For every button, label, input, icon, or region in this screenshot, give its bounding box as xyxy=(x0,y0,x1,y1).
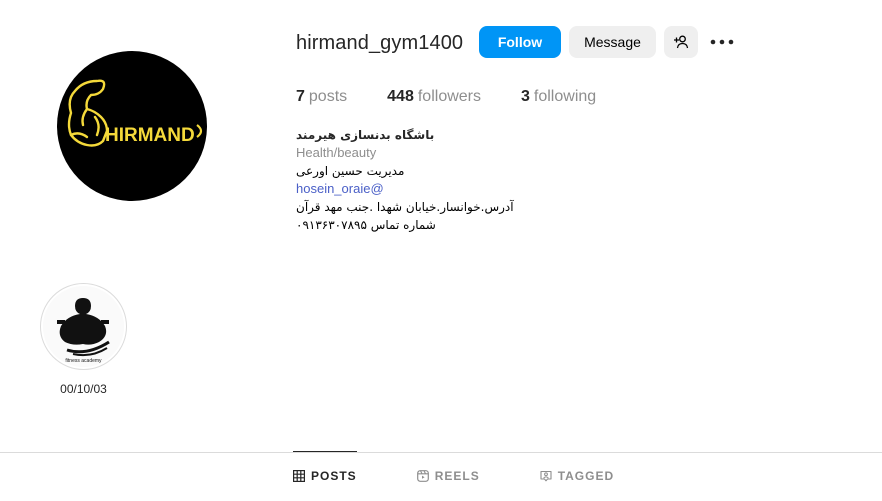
bio-category: Health/beauty xyxy=(296,145,377,160)
highlight-label: 00/10/03 xyxy=(60,382,107,396)
tab-posts-label: POSTS xyxy=(311,468,357,483)
highlight-ring: fitness academy xyxy=(40,283,127,370)
suggested-users-button[interactable] xyxy=(664,26,698,58)
tagged-icon xyxy=(540,470,552,481)
profile-tabs: POSTS REELS TAGGED xyxy=(293,451,674,499)
fitness-academy-logo-icon: fitness academy xyxy=(43,286,124,367)
following-count: 3 xyxy=(521,88,530,105)
posts-label: posts xyxy=(308,88,348,105)
tab-tagged[interactable]: TAGGED xyxy=(540,451,614,499)
followers-label: followers xyxy=(417,88,481,105)
message-button[interactable]: Message xyxy=(569,26,656,58)
bio-mention-link[interactable]: hosein_oraie@ xyxy=(296,180,556,198)
profile-username: hirmand_gym1400 xyxy=(296,32,464,54)
grid-icon xyxy=(293,469,305,482)
bio-name: باشگاه بدنسازی هیرمند xyxy=(296,128,435,142)
more-options-button[interactable] xyxy=(708,30,736,54)
following-label: following xyxy=(533,88,597,105)
add-user-icon xyxy=(674,35,689,49)
hirmand-logo-icon: HIRMAND xyxy=(67,79,203,147)
follow-button[interactable]: Follow xyxy=(479,26,561,58)
followers-stat[interactable]: 448 followers xyxy=(387,88,481,106)
tab-tagged-label: TAGGED xyxy=(557,468,615,483)
story-highlight[interactable]: fitness academy 00/10/03 xyxy=(40,283,127,396)
highlight-cover: fitness academy xyxy=(43,286,124,367)
following-stat[interactable]: 3 following xyxy=(521,88,596,106)
bio-manager-line: مدیریت حسین اورعی xyxy=(296,164,405,178)
profile-stats: 7 posts 448 followers 3 following xyxy=(296,88,636,106)
tab-posts[interactable]: POSTS xyxy=(293,451,357,499)
bio-address-line: آدرس.خوانسار.خیابان شهدا .جنب مهد قرآن xyxy=(296,200,514,214)
bio-phone-line: شماره تماس ۰۹۱۳۶۳۰۷۸۹۵ xyxy=(296,218,436,232)
followers-count: 448 xyxy=(387,88,414,105)
tab-reels[interactable]: REELS xyxy=(416,451,480,499)
profile-avatar[interactable]: HIRMAND xyxy=(57,51,207,201)
tab-reels-label: REELS xyxy=(434,468,480,483)
posts-count: 7 xyxy=(296,88,305,105)
svg-text:HIRMAND: HIRMAND xyxy=(105,125,195,146)
svg-text:fitness academy: fitness academy xyxy=(65,358,102,364)
more-dots-icon xyxy=(710,39,734,45)
posts-stat: 7 posts xyxy=(296,88,347,106)
profile-bio: باشگاه بدنسازی هیرمند Health/beauty مدیر… xyxy=(296,126,556,234)
reels-icon xyxy=(416,469,429,482)
